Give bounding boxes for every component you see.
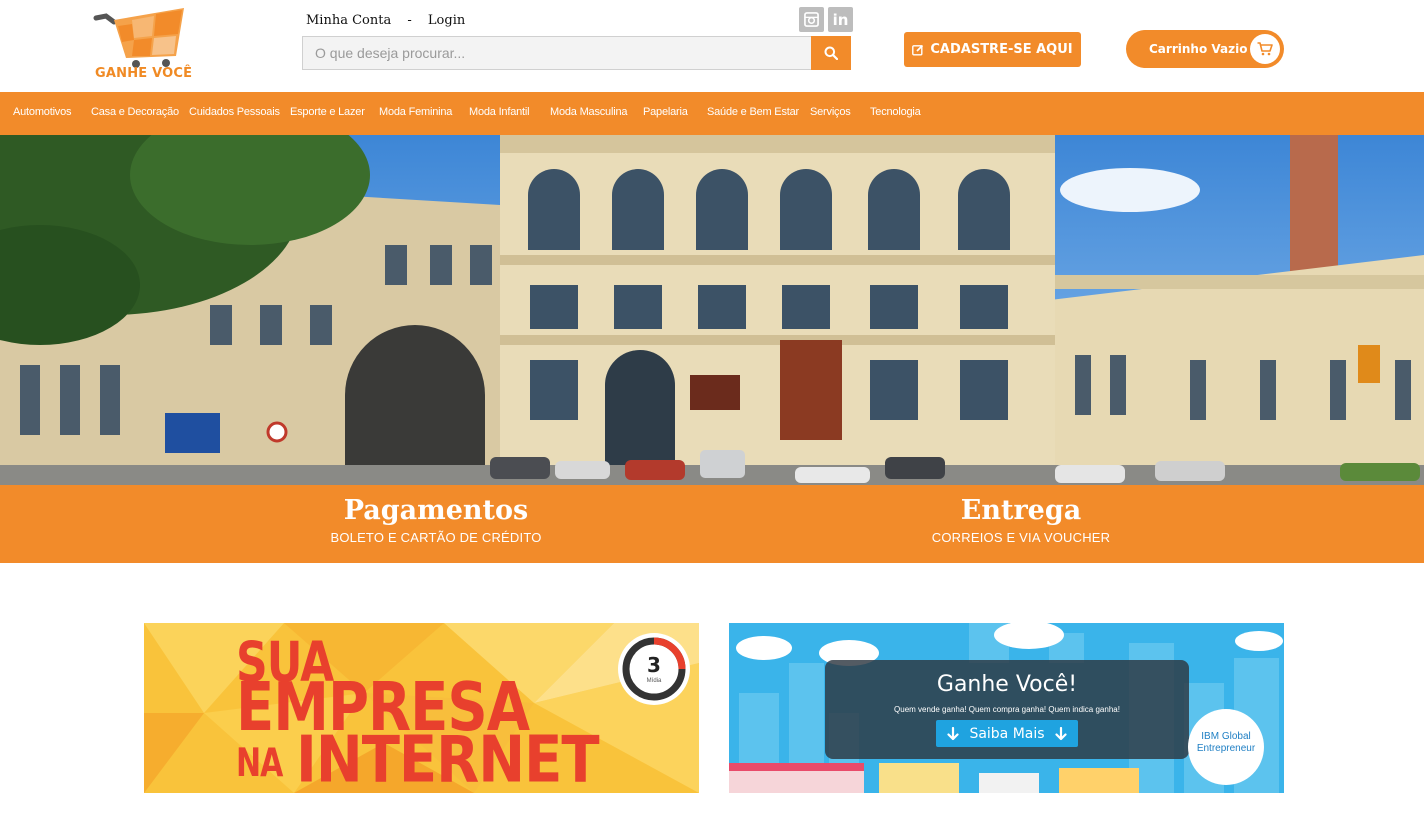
arrow-down-icon — [1054, 726, 1067, 740]
ibm-global-entrepreneur-badge: IBM Global Entrepreneur — [1188, 709, 1264, 785]
my-account-link[interactable]: Minha Conta — [306, 13, 391, 28]
account-separator: - — [407, 13, 412, 28]
saiba-mais-button[interactable]: Saiba Mais — [936, 720, 1078, 747]
nav-item-papelaria[interactable]: Papelaria — [643, 106, 688, 118]
delivery-info: Entrega CORREIOS E VIA VOUCHER — [811, 493, 1231, 545]
ibm-badge-line1: IBM Global — [1201, 731, 1251, 742]
ganhe-voce-title: Ganhe Você! — [936, 672, 1078, 697]
promo-banner-sua-empresa[interactable]: SUA EMPRESA NA INTERNET 3 Mídia — [144, 623, 699, 793]
cart-logo-icon — [93, 8, 184, 68]
nav-item-cuidados-pessoais[interactable]: Cuidados Pessoais — [189, 106, 280, 118]
three-media-badge: 3 Mídia — [618, 633, 690, 705]
logo-text: GANHE VOCÊ — [95, 66, 193, 81]
nav-item-esporte-lazer[interactable]: Esporte e Lazer — [290, 106, 365, 118]
instagram-icon[interactable] — [799, 7, 824, 32]
search-input[interactable] — [302, 36, 811, 70]
ganhe-voce-panel: Ganhe Você! Quem vende ganha! Quem compr… — [825, 660, 1189, 759]
ibm-badge-line2: Entrepreneur — [1196, 743, 1256, 754]
nav-item-moda-feminina[interactable]: Moda Feminina — [379, 106, 452, 118]
account-links: Minha Conta - Login — [306, 13, 465, 28]
badge-subtitle: Mídia — [646, 678, 662, 684]
search-icon — [824, 46, 838, 60]
nav-item-moda-masculina[interactable]: Moda Masculina — [550, 106, 627, 118]
arrow-down-icon — [947, 726, 960, 740]
cart-button[interactable]: Carrinho Vazio — [1126, 30, 1284, 68]
nav-item-saude-bem-estar[interactable]: Saúde e Bem Estar — [707, 106, 799, 118]
ganhe-voce-subtitle: Quem vende ganha! Quem compra ganha! Que… — [894, 705, 1120, 714]
register-button[interactable]: CADASTRE-SE AQUI — [904, 32, 1081, 67]
register-button-label: CADASTRE-SE AQUI — [930, 42, 1073, 57]
badge-number: 3 — [647, 653, 661, 677]
nav-item-automotivos[interactable]: Automotivos — [13, 106, 72, 118]
login-link[interactable]: Login — [428, 13, 465, 28]
promo-banner-ganhe-voce[interactable]: Ganhe Você! Quem vende ganha! Quem compr… — [729, 623, 1284, 793]
saiba-mais-label: Saiba Mais — [969, 725, 1045, 742]
linkedin-icon[interactable]: in — [828, 7, 853, 32]
nav-item-casa-decoracao[interactable]: Casa e Decoração — [91, 106, 179, 118]
hero-building-image — [0, 135, 1424, 485]
delivery-title: Entrega — [960, 495, 1082, 526]
category-nav: Automotivos Casa e Decoração Cuidados Pe… — [0, 92, 1424, 135]
edit-icon — [912, 44, 924, 55]
promo-line-na: NA — [236, 741, 283, 787]
payments-info: Pagamentos BOLETO E CARTÃO DE CRÉDITO — [226, 493, 646, 545]
payments-title: Pagamentos — [343, 495, 529, 526]
nav-item-servicos[interactable]: Serviços — [810, 106, 851, 118]
cart-label: Carrinho Vazio — [1149, 42, 1248, 56]
nav-item-tecnologia[interactable]: Tecnologia — [870, 106, 921, 118]
site-header: GANHE VOCÊ Minha Conta - Login in CADAST… — [0, 0, 1424, 92]
cart-icon-circle — [1250, 34, 1280, 64]
cart-icon — [1257, 42, 1273, 56]
search-button[interactable] — [811, 36, 851, 70]
hero-image — [0, 135, 1424, 485]
delivery-subtitle: CORREIOS E VIA VOUCHER — [931, 530, 1111, 545]
payments-subtitle: BOLETO E CARTÃO DE CRÉDITO — [330, 530, 542, 545]
info-band: Pagamentos BOLETO E CARTÃO DE CRÉDITO En… — [0, 485, 1424, 563]
logo[interactable]: GANHE VOCÊ — [92, 6, 192, 82]
promo-line-internet: INTERNET — [296, 723, 600, 793]
nav-item-moda-infantil[interactable]: Moda Infantil — [469, 106, 530, 118]
